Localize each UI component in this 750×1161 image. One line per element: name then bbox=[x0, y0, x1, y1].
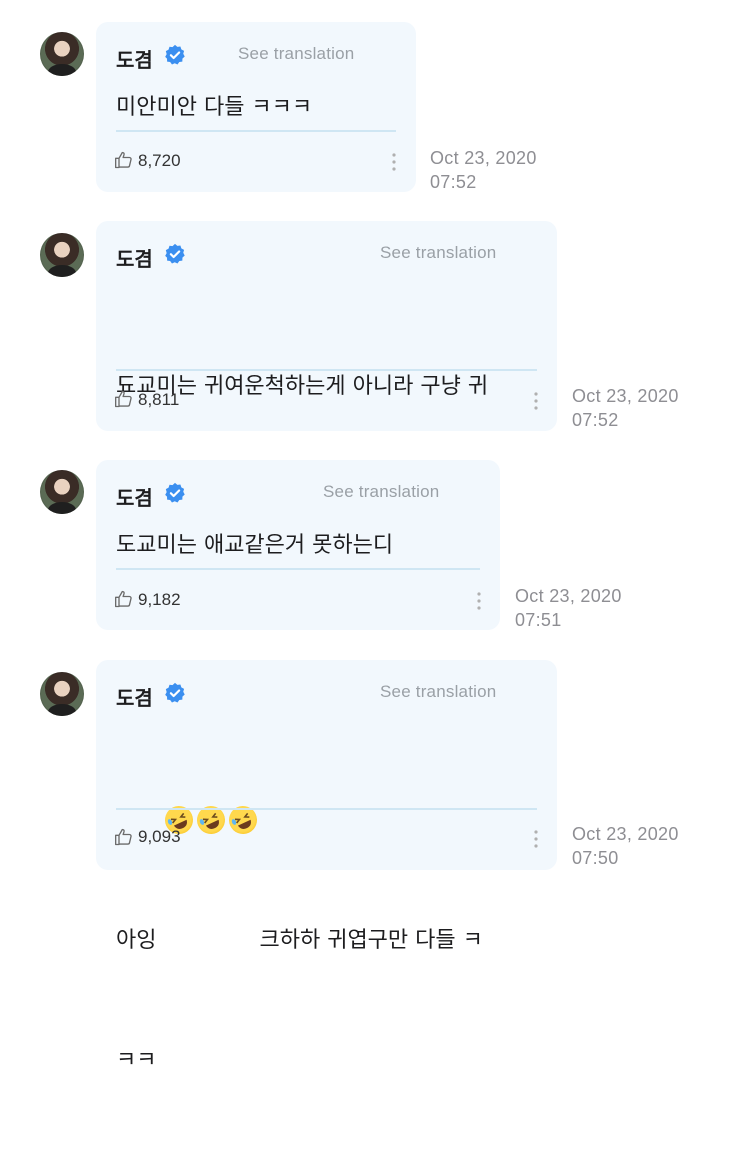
comment-1: 도겸 See translation 미안미안 다들 ㅋㅋㅋ 8,720 Oct… bbox=[0, 22, 750, 194]
see-translation-link[interactable]: See translation bbox=[323, 482, 439, 502]
timestamp: Oct 23, 2020 07:50 bbox=[572, 822, 679, 870]
timestamp-time: 07:51 bbox=[515, 610, 562, 630]
verified-badge-icon bbox=[165, 482, 185, 503]
timestamp-date: Oct 23, 2020 bbox=[515, 586, 622, 606]
avatar[interactable] bbox=[40, 470, 84, 514]
timestamp-date: Oct 23, 2020 bbox=[430, 148, 537, 168]
avatar[interactable] bbox=[40, 672, 84, 716]
timestamp: Oct 23, 2020 07:52 bbox=[572, 384, 679, 432]
like-thumb-icon[interactable] bbox=[114, 150, 134, 170]
more-options-icon[interactable] bbox=[476, 591, 482, 611]
comment-text: 미안미안 다들 ㅋㅋㅋ bbox=[116, 95, 313, 120]
timestamp-time: 07:52 bbox=[572, 410, 619, 430]
timestamp-time: 07:50 bbox=[572, 848, 619, 868]
like-thumb-icon[interactable] bbox=[114, 589, 134, 609]
comment-bubble: 도겸 See translation 아잉 크하하 귀엽구만 다들 ㅋ ㅋㅋ 9… bbox=[96, 660, 557, 1073]
timestamp-time: 07:52 bbox=[430, 172, 477, 192]
see-translation-link[interactable]: See translation bbox=[380, 243, 496, 263]
verified-badge-icon bbox=[165, 44, 185, 65]
comment-3: 도겸 See translation 도교미는 애교같은거 못하는디 9,182… bbox=[0, 460, 750, 632]
timestamp: Oct 23, 2020 07:51 bbox=[515, 584, 622, 632]
avatar[interactable] bbox=[40, 233, 84, 277]
rofl-emoji-icon bbox=[192, 801, 231, 839]
avatar[interactable] bbox=[40, 32, 84, 76]
divider bbox=[116, 130, 396, 132]
comment-text-line-2: ㅋㅋ bbox=[116, 1048, 157, 1073]
author-name[interactable]: 도겸 bbox=[116, 682, 153, 711]
comment-bubble: 도겸 See translation 미안미안 다들 ㅋㅋㅋ 8,720 bbox=[96, 22, 416, 192]
timestamp: Oct 23, 2020 07:52 bbox=[430, 146, 537, 194]
author-name[interactable]: 도겸 bbox=[116, 482, 153, 511]
comment-bubble: 도겸 See translation 됴교미는 귀여운척하는게 아니라 구냥 귀… bbox=[96, 221, 557, 634]
see-translation-link[interactable]: See translation bbox=[380, 682, 496, 702]
like-thumb-icon[interactable] bbox=[114, 827, 134, 847]
comment-bubble: 도겸 See translation 도교미는 애교같은거 못하는디 9,182 bbox=[96, 460, 500, 630]
divider bbox=[116, 369, 537, 371]
timestamp-date: Oct 23, 2020 bbox=[572, 386, 679, 406]
comment-text-line-1-a: 아잉 bbox=[116, 928, 164, 953]
comment-4: 도겸 See translation 아잉 크하하 귀엽구만 다들 ㅋ ㅋㅋ 9… bbox=[0, 660, 750, 1073]
comment-2: 도겸 See translation 됴교미는 귀여운척하는게 아니라 구냥 귀… bbox=[0, 221, 750, 634]
like-count: 8,811 bbox=[138, 390, 180, 409]
author-name[interactable]: 도겸 bbox=[116, 44, 153, 73]
comment-text: 도교미는 애교같은거 못하는디 bbox=[116, 533, 394, 558]
divider bbox=[116, 568, 480, 570]
comment-text: 아잉 크하하 귀엽구만 다들 ㅋ ㅋㅋ bbox=[116, 726, 483, 1161]
verified-badge-icon bbox=[165, 682, 185, 703]
author-name[interactable]: 도겸 bbox=[116, 243, 153, 272]
like-count: 9,182 bbox=[138, 590, 181, 609]
more-options-icon[interactable] bbox=[533, 829, 539, 849]
like-count: 8,720 bbox=[138, 151, 181, 170]
divider bbox=[116, 808, 537, 810]
like-thumb-icon[interactable] bbox=[114, 389, 134, 409]
see-translation-link[interactable]: See translation bbox=[238, 44, 354, 64]
more-options-icon[interactable] bbox=[391, 152, 397, 172]
verified-badge-icon bbox=[165, 243, 185, 264]
more-options-icon[interactable] bbox=[533, 391, 539, 411]
like-count: 9,093 bbox=[138, 827, 181, 846]
timestamp-date: Oct 23, 2020 bbox=[572, 824, 679, 844]
